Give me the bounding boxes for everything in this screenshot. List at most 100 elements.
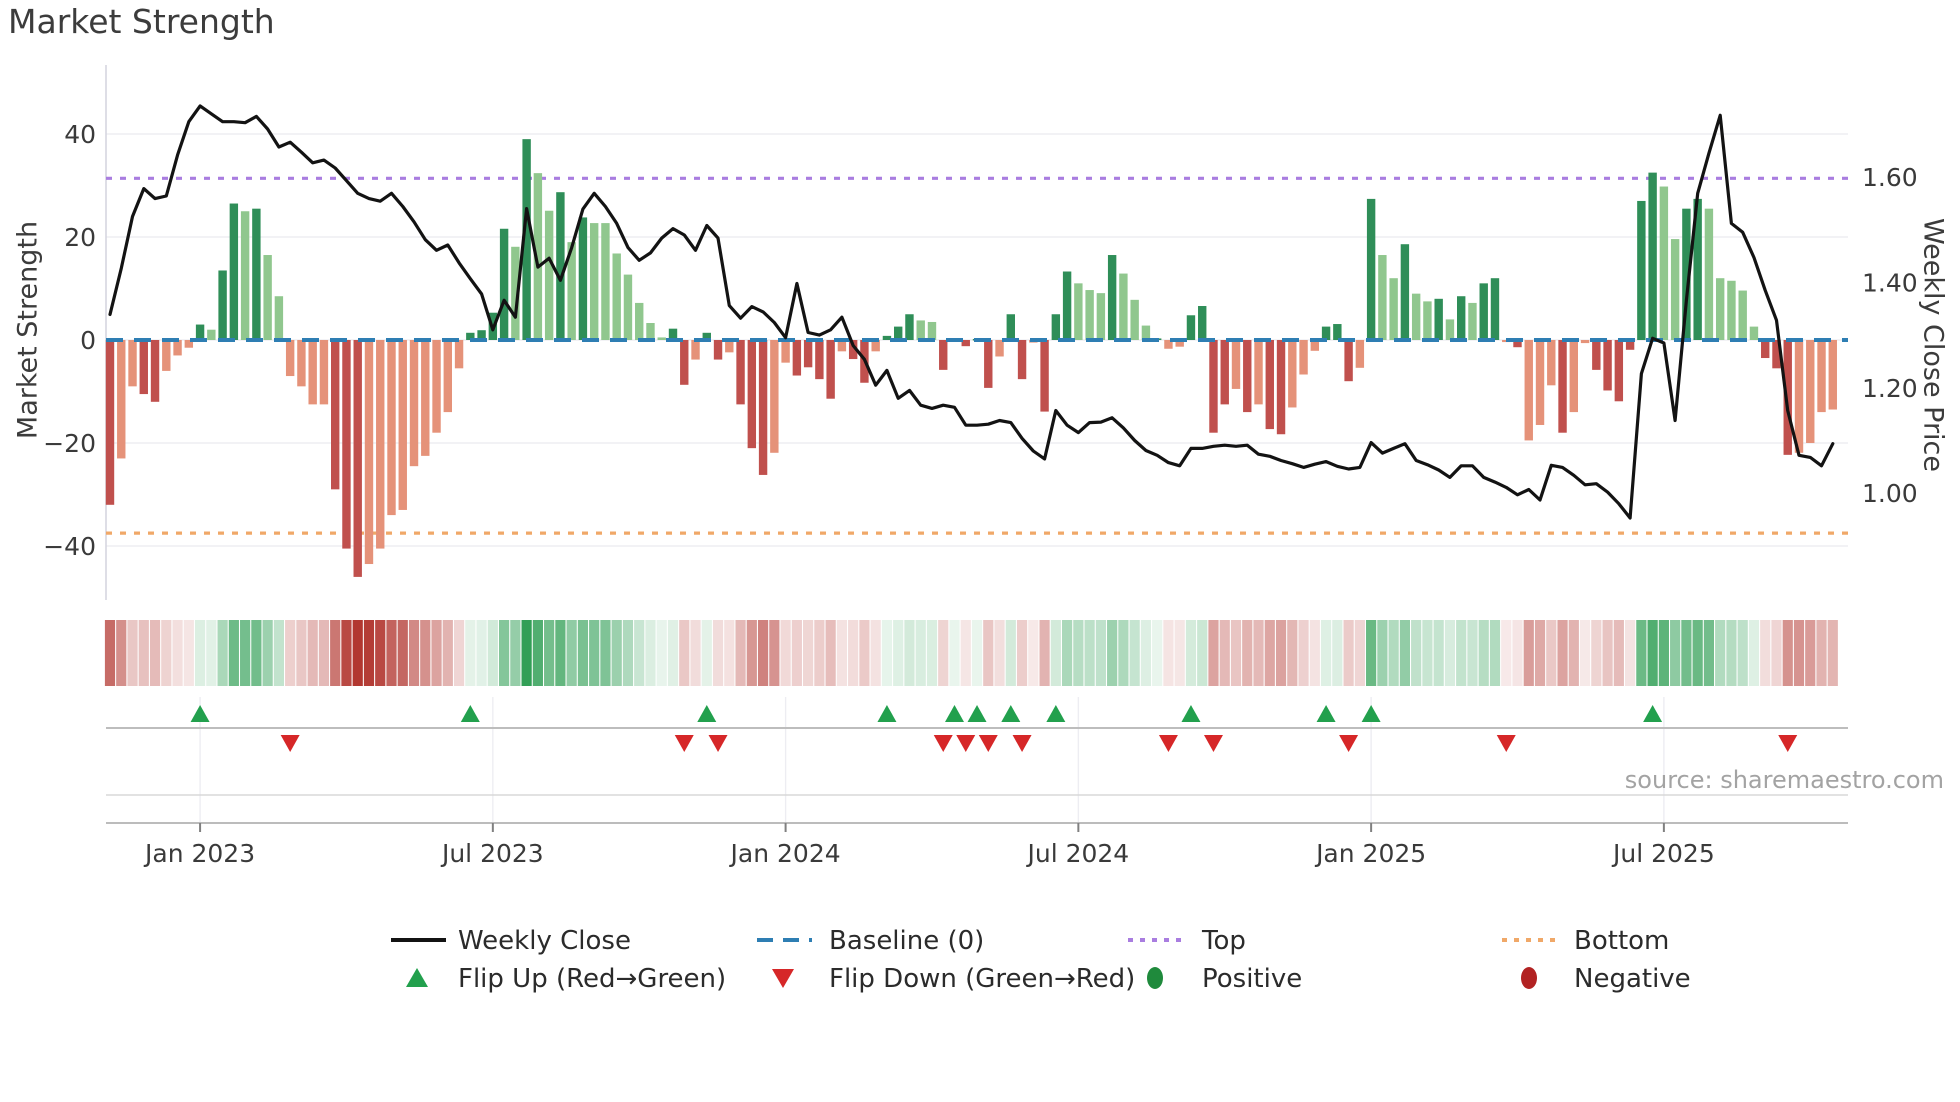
heatmap-cell — [363, 620, 375, 686]
strength-bar — [1806, 340, 1815, 443]
flip-up-marker — [1316, 705, 1336, 722]
heatmap-cell — [1264, 620, 1275, 686]
heatmap-cell — [375, 620, 386, 686]
strength-bar — [736, 340, 745, 405]
heatmap-cell — [1658, 620, 1669, 686]
strength-bar — [578, 217, 588, 340]
heatmap-cell — [172, 620, 183, 686]
heatmap-cell — [1050, 620, 1061, 686]
strength-bar — [1648, 172, 1657, 340]
heatmap-cell — [1388, 620, 1399, 686]
strength-bar — [1479, 283, 1488, 340]
heatmap-cell — [555, 620, 566, 686]
heatmap-cell — [881, 620, 893, 686]
heatmap-cell — [352, 620, 363, 686]
heatmap-cell — [791, 620, 802, 686]
strength-bar — [1434, 298, 1443, 340]
strength-bar — [894, 326, 903, 340]
strength-bar — [556, 192, 565, 340]
heatmap-cell — [757, 620, 769, 686]
strength-bar — [285, 340, 295, 377]
strength-bar — [432, 340, 441, 433]
heatmap-cell — [904, 620, 915, 686]
flip-up-icon — [406, 968, 428, 987]
legend-label: Bottom — [1574, 926, 1669, 956]
strength-bar — [1400, 244, 1410, 340]
strength-bar — [1727, 280, 1736, 340]
heatmap-cell — [1174, 620, 1185, 686]
heatmap-cell — [735, 620, 746, 686]
x-tick-label: Jul 2025 — [1611, 839, 1715, 868]
heatmap-cell — [803, 620, 814, 686]
heatmap-cell — [138, 620, 149, 686]
strength-bar — [105, 340, 115, 505]
strength-bar — [308, 340, 317, 405]
heatmap-cell — [499, 620, 510, 686]
chart-figure: Market Strength Market Strength Weekly C… — [0, 0, 1960, 1102]
flip-up-marker — [967, 705, 987, 722]
heatmap-cell — [1771, 620, 1782, 686]
heatmap-cell — [893, 620, 904, 686]
strength-bar — [680, 340, 689, 385]
strength-bar — [421, 340, 430, 456]
heatmap-cell — [1827, 620, 1838, 686]
strength-bar — [454, 340, 464, 369]
strength-bar — [589, 223, 599, 340]
strength-bar — [1828, 340, 1837, 410]
heatmap-cell — [1782, 620, 1793, 686]
strength-bar — [398, 340, 407, 510]
heatmap-cell — [1062, 620, 1073, 686]
strength-bar — [195, 324, 205, 340]
heatmap-cell — [1275, 620, 1287, 686]
heatmap-cell — [656, 620, 667, 686]
y-tick-label-right: 1.60 — [1862, 163, 1918, 192]
strength-bar — [927, 321, 937, 340]
strength-bar — [364, 340, 374, 565]
strength-bar — [1355, 340, 1365, 368]
strength-bar — [1017, 340, 1027, 380]
strength-bar — [173, 340, 182, 356]
strength-bar — [1085, 290, 1094, 340]
strength-bar — [1333, 324, 1342, 340]
heatmap-cell — [1298, 620, 1309, 686]
flip-down-icon — [772, 969, 794, 988]
strength-bar — [252, 208, 261, 340]
heatmap-cell — [1523, 620, 1534, 686]
strength-bar — [1670, 239, 1680, 340]
source-credit: source: sharemaestro.com — [1624, 766, 1944, 794]
heatmap-cell — [600, 620, 611, 686]
strength-bar — [1288, 340, 1297, 408]
heatmap-cell — [960, 620, 971, 686]
heatmap-cell — [622, 620, 634, 686]
heatmap-cell — [1467, 620, 1478, 686]
strength-bar — [207, 329, 216, 340]
strength-bar — [1715, 278, 1725, 340]
flip-up-marker — [460, 705, 480, 722]
strength-bar — [297, 340, 306, 387]
y-tick-label-left: 20 — [64, 223, 96, 252]
heatmap-cell — [1129, 620, 1140, 686]
chart-title: Market Strength — [8, 2, 275, 41]
heatmap-cell — [476, 620, 487, 686]
flip-down-marker — [978, 735, 998, 752]
heatmap-cell — [1219, 620, 1230, 686]
heatmap-cell — [1433, 620, 1444, 686]
heatmap-cell — [1681, 620, 1692, 686]
strength-bar — [1243, 340, 1252, 413]
strength-bar — [1198, 306, 1207, 340]
heatmap-cell — [1613, 620, 1624, 686]
strength-bar — [443, 340, 452, 413]
y-tick-label-left: −20 — [43, 429, 96, 458]
y-tick-label-left: 40 — [64, 120, 96, 149]
strength-bar — [1547, 340, 1556, 386]
heatmap-cell — [465, 620, 476, 686]
heatmap-cell — [712, 620, 724, 686]
heatmap-cell — [1005, 620, 1016, 686]
heatmap-cell — [938, 620, 949, 686]
legend-label: Flip Up (Red→Green) — [458, 964, 726, 994]
heatmap-cell — [386, 620, 397, 686]
heatmap-cell — [1816, 620, 1827, 686]
strength-bar — [1220, 340, 1229, 405]
strength-bar — [1344, 340, 1353, 382]
strength-bar — [916, 320, 925, 340]
